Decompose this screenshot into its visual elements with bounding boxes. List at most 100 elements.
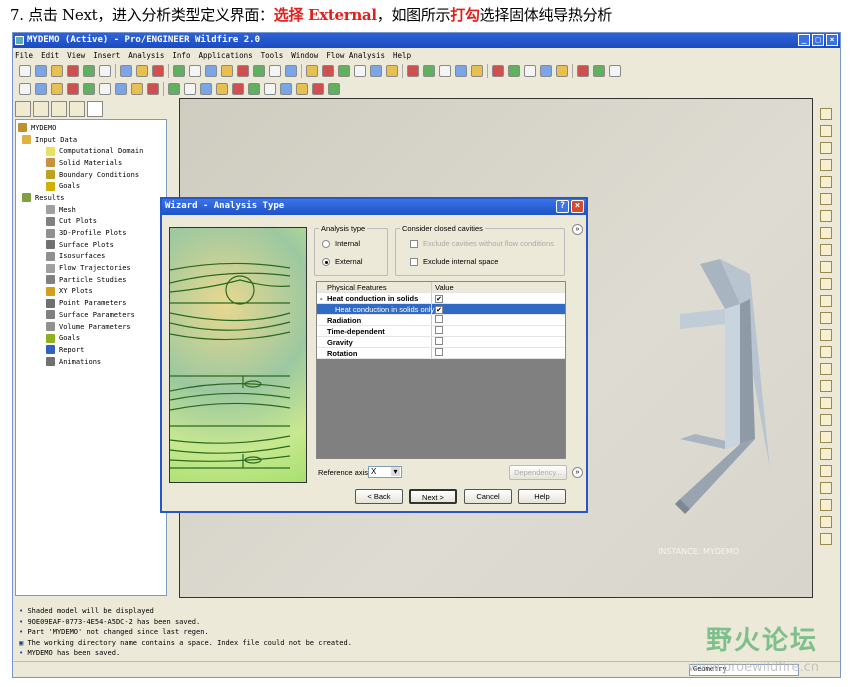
toolbar-button-icon[interactable]: [312, 83, 324, 95]
datum-tool-icon[interactable]: [820, 431, 832, 443]
datum-tool-icon[interactable]: [820, 465, 832, 477]
tree-item[interactable]: 3D-Profile Plots: [18, 227, 164, 239]
toolbar-button-icon[interactable]: [322, 65, 334, 77]
radio-internal[interactable]: Internal: [322, 239, 360, 248]
datum-tool-icon[interactable]: [820, 363, 832, 375]
toolbar-button-icon[interactable]: [51, 83, 63, 95]
toolbar-button-icon[interactable]: [51, 65, 63, 77]
toolbar-button-icon[interactable]: [370, 65, 382, 77]
toolbar-button-icon[interactable]: [19, 83, 31, 95]
tree-item[interactable]: Point Parameters: [18, 297, 164, 309]
toolbar-button-icon[interactable]: [296, 83, 308, 95]
toolbar-button-icon[interactable]: [184, 83, 196, 95]
menu-info[interactable]: Info: [172, 51, 190, 60]
toolbar-button-icon[interactable]: [67, 65, 79, 77]
toolbar-button-icon[interactable]: [232, 83, 244, 95]
datum-tool-icon[interactable]: [820, 329, 832, 341]
datum-tool-icon[interactable]: [820, 261, 832, 273]
radio-internal-circle[interactable]: [322, 239, 330, 248]
grid-row[interactable]: Gravity: [317, 337, 565, 348]
tab-flow-analysis[interactable]: [87, 101, 103, 117]
toolbar-button-icon[interactable]: [221, 65, 233, 77]
tree-item[interactable]: Results: [18, 192, 164, 204]
grid-row[interactable]: - Heat conduction in solids ✔: [317, 293, 565, 304]
checkbox-exclude-cavities[interactable]: Exclude cavities without flow conditions: [410, 239, 554, 248]
checkbox-exclude-internal-space[interactable]: Exclude internal space: [410, 257, 498, 266]
menu-flow-analysis[interactable]: Flow Analysis: [326, 51, 385, 60]
toolbar-button-icon[interactable]: [19, 65, 31, 77]
feature-checkbox[interactable]: ✔: [435, 305, 443, 314]
menu-file[interactable]: File: [15, 51, 33, 60]
toolbar-button-icon[interactable]: [423, 65, 435, 77]
toolbar-button-icon[interactable]: [115, 83, 127, 95]
grid-row[interactable]: Rotation: [317, 348, 565, 359]
toolbar-button-icon[interactable]: [152, 65, 164, 77]
tree-item[interactable]: Goals: [18, 180, 164, 192]
tree-item[interactable]: Animations: [18, 356, 164, 368]
minimize-button[interactable]: _: [798, 34, 810, 46]
close-icon[interactable]: ×: [571, 200, 584, 213]
toolbar-button-icon[interactable]: [306, 65, 318, 77]
back-button[interactable]: < Back: [355, 489, 403, 504]
menu-analysis[interactable]: Analysis: [128, 51, 164, 60]
menu-edit[interactable]: Edit: [41, 51, 59, 60]
help-icon[interactable]: ?: [556, 200, 569, 213]
reference-axis-select[interactable]: X: [368, 466, 402, 478]
datum-tool-icon[interactable]: [820, 210, 832, 222]
toolbar-button-icon[interactable]: [269, 65, 281, 77]
toolbar-button-icon[interactable]: [99, 65, 111, 77]
tab-model-tree[interactable]: [15, 101, 31, 117]
datum-tool-icon[interactable]: [820, 346, 832, 358]
tree-item[interactable]: Surface Parameters: [18, 309, 164, 321]
datum-tool-icon[interactable]: [820, 125, 832, 137]
tree-item[interactable]: Surface Plots: [18, 239, 164, 251]
toolbar-button-icon[interactable]: [35, 83, 47, 95]
toolbar-button-icon[interactable]: [216, 83, 228, 95]
checkbox[interactable]: [410, 239, 418, 248]
toolbar-button-icon[interactable]: [120, 65, 132, 77]
datum-tool-icon[interactable]: [820, 380, 832, 392]
toolbar-button-icon[interactable]: [471, 65, 483, 77]
maximize-button[interactable]: □: [812, 34, 824, 46]
cancel-button[interactable]: Cancel: [464, 489, 512, 504]
toolbar-button-icon[interactable]: [83, 83, 95, 95]
feature-checkbox[interactable]: ✔: [435, 294, 443, 303]
toolbar-button-icon[interactable]: [508, 65, 520, 77]
toolbar-button-icon[interactable]: [248, 83, 260, 95]
radio-external[interactable]: External: [322, 257, 363, 266]
datum-tool-icon[interactable]: [820, 244, 832, 256]
grid-row[interactable]: Time-dependent: [317, 326, 565, 337]
datum-tool-icon[interactable]: [820, 312, 832, 324]
datum-tool-icon[interactable]: [820, 142, 832, 154]
datum-tool-icon[interactable]: [820, 108, 832, 120]
toolbar-button-icon[interactable]: [83, 65, 95, 77]
tree-item[interactable]: Cut Plots: [18, 216, 164, 228]
feature-checkbox[interactable]: [435, 326, 443, 334]
datum-tool-icon[interactable]: [820, 227, 832, 239]
close-button[interactable]: ×: [826, 34, 838, 46]
datum-tool-icon[interactable]: [820, 159, 832, 171]
menu-insert[interactable]: Insert: [93, 51, 120, 60]
datum-tool-icon[interactable]: [820, 499, 832, 511]
menu-tools[interactable]: Tools: [261, 51, 284, 60]
feature-checkbox[interactable]: [435, 337, 443, 345]
toolbar-button-icon[interactable]: [524, 65, 536, 77]
expand-icon[interactable]: »: [572, 224, 583, 235]
toolbar-button-icon[interactable]: [205, 65, 217, 77]
datum-tool-icon[interactable]: [820, 533, 832, 545]
toolbar-button-icon[interactable]: [35, 65, 47, 77]
toolbar-button-icon[interactable]: [328, 83, 340, 95]
toolbar-button-icon[interactable]: [168, 83, 180, 95]
toolbar-button-icon[interactable]: [439, 65, 451, 77]
feature-checkbox[interactable]: [435, 315, 443, 323]
tree-item[interactable]: Solid Materials: [18, 157, 164, 169]
next-button[interactable]: Next >: [409, 489, 457, 504]
datum-tool-icon[interactable]: [820, 414, 832, 426]
datum-tool-icon[interactable]: [820, 278, 832, 290]
tree-item[interactable]: Boundary Conditions: [18, 169, 164, 181]
menu-help[interactable]: Help: [393, 51, 411, 60]
toolbar-button-icon[interactable]: [455, 65, 467, 77]
toolbar-button-icon[interactable]: [609, 65, 621, 77]
tree-item[interactable]: Goals: [18, 332, 164, 344]
collapse-icon[interactable]: -: [320, 294, 323, 303]
